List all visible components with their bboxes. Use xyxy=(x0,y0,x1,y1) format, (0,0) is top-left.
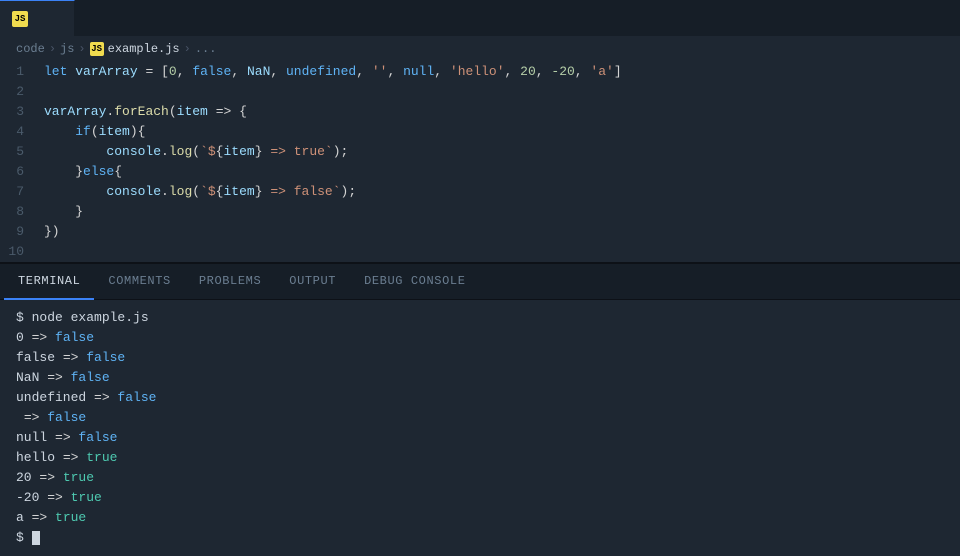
js-file-icon: JS xyxy=(12,11,28,27)
panel-tab-terminal[interactable]: TERMINAL xyxy=(4,264,94,300)
code-text: } xyxy=(40,202,83,222)
code-line: 6 }else{ xyxy=(0,162,960,182)
code-text: console.log(`${item} => false`); xyxy=(40,182,356,202)
breadcrumb-filename: example.js xyxy=(108,42,180,56)
code-text: if(item){ xyxy=(40,122,145,142)
line-number: 8 xyxy=(0,202,40,222)
panel-tab-output[interactable]: OUTPUT xyxy=(275,264,350,300)
code-line: 5 console.log(`${item} => true`); xyxy=(0,142,960,162)
terminal-output-line: false => false xyxy=(16,348,944,368)
terminal-output-line: NaN => false xyxy=(16,368,944,388)
code-line: 3varArray.forEach(item => { xyxy=(0,102,960,122)
code-text: console.log(`${item} => true`); xyxy=(40,142,348,162)
line-number: 5 xyxy=(0,142,40,162)
breadcrumb-code: code xyxy=(16,42,45,56)
editor-tab[interactable]: JS xyxy=(0,0,75,36)
terminal-output-line: => false xyxy=(16,408,944,428)
terminal-output-line: undefined => false xyxy=(16,388,944,408)
terminal-output-line: 20 => true xyxy=(16,468,944,488)
breadcrumb: code › js › JS example.js › ... xyxy=(0,36,960,62)
breadcrumb-sep-3: › xyxy=(184,42,191,56)
line-number: 7 xyxy=(0,182,40,202)
code-line: 1let varArray = [0, false, NaN, undefine… xyxy=(0,62,960,82)
breadcrumb-sep-1: › xyxy=(49,42,56,56)
breadcrumb-sep-2: › xyxy=(78,42,85,56)
terminal-output-line: -20 => true xyxy=(16,488,944,508)
tab-close-button[interactable] xyxy=(46,11,62,27)
terminal-output-line: 0 => false xyxy=(16,328,944,348)
code-text: }) xyxy=(40,222,60,242)
breadcrumb-ellipsis: ... xyxy=(195,42,217,56)
code-line: 4 if(item){ xyxy=(0,122,960,142)
terminal-output-line: null => false xyxy=(16,428,944,448)
panel-tab-problems[interactable]: PROBLEMS xyxy=(185,264,275,300)
line-number: 4 xyxy=(0,122,40,142)
code-text: }else{ xyxy=(40,162,122,182)
code-line: 8 } xyxy=(0,202,960,222)
terminal-output-line: hello => true xyxy=(16,448,944,468)
code-text: varArray.forEach(item => { xyxy=(40,102,247,122)
line-number: 2 xyxy=(0,82,40,102)
terminal-cursor xyxy=(32,531,40,545)
terminal-panel[interactable]: $ node example.js0 => falsefalse => fals… xyxy=(0,300,960,556)
line-number: 6 xyxy=(0,162,40,182)
panel-tab-debug-console[interactable]: DEBUG CONSOLE xyxy=(350,264,479,300)
code-editor: 1let varArray = [0, false, NaN, undefine… xyxy=(0,62,960,262)
code-line: 9}) xyxy=(0,222,960,242)
terminal-prompt-line: $ xyxy=(16,528,944,548)
tab-bar: JS xyxy=(0,0,960,36)
code-line: 7 console.log(`${item} => false`); xyxy=(0,182,960,202)
breadcrumb-js-badge: JS xyxy=(90,42,104,56)
line-number: 9 xyxy=(0,222,40,242)
panel-tabs: TERMINALCOMMENTSPROBLEMSOUTPUTDEBUG CONS… xyxy=(0,263,960,299)
panel-tab-comments[interactable]: COMMENTS xyxy=(94,264,184,300)
line-number: 3 xyxy=(0,102,40,122)
code-text: let varArray = [0, false, NaN, undefined… xyxy=(40,62,622,82)
terminal-output-line: a => true xyxy=(16,508,944,528)
terminal-command: $ node example.js xyxy=(16,308,944,328)
line-number: 1 xyxy=(0,62,40,82)
breadcrumb-js: js xyxy=(60,42,74,56)
line-number: 10 xyxy=(0,242,40,262)
code-line: 10 xyxy=(0,242,960,262)
code-line: 2 xyxy=(0,82,960,102)
